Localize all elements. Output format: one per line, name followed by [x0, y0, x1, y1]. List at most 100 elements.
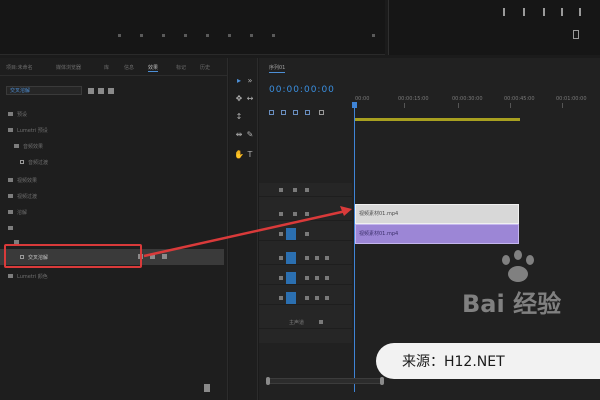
rate-stretch-tool-icon[interactable]: ↔ [246, 94, 254, 103]
control-icon[interactable] [162, 34, 165, 37]
lock-icon[interactable] [279, 256, 283, 260]
track-a1[interactable] [259, 251, 352, 265]
selection-tool-icon[interactable]: ▸ [235, 76, 243, 85]
tree-item-dissolve[interactable]: 溶解 [8, 208, 27, 216]
audio-clip-label: 视频素材01.mp4 [359, 231, 399, 237]
time-ruler[interactable]: 00:00 00:00:15:00 00:00:30:00 00:00:45:0… [354, 96, 600, 110]
control-icon[interactable] [206, 34, 209, 37]
control-icon[interactable] [184, 34, 187, 37]
effects-search-input[interactable] [7, 87, 81, 94]
snap-icon[interactable] [269, 110, 274, 115]
lock-icon[interactable] [279, 296, 283, 300]
tab-info[interactable]: 信息 [124, 64, 134, 72]
source-patch-a3[interactable] [286, 292, 296, 304]
mute-icon[interactable] [305, 276, 309, 280]
tab-markers[interactable]: 标记 [176, 64, 186, 72]
track-v3[interactable] [259, 183, 352, 197]
eye-icon[interactable] [305, 212, 309, 216]
ripple-edit-tool-icon[interactable]: ✥ [235, 94, 243, 103]
wrench-icon[interactable] [319, 110, 324, 115]
sequence-tab[interactable]: 序列01 [269, 64, 286, 73]
playhead-line[interactable] [354, 102, 355, 392]
ruler-label: 00:00:45:00 [504, 96, 535, 102]
tree-item-video-transitions[interactable]: 视频过渡 [8, 192, 37, 200]
tree-item-audio-effects[interactable]: 音频效果 [14, 142, 43, 150]
tab-history[interactable]: 历史 [200, 64, 210, 72]
source-patch-a1[interactable] [286, 252, 296, 264]
accelerated-effects-icon[interactable] [88, 88, 94, 94]
control-icon[interactable] [228, 34, 231, 37]
slip-tool-icon[interactable]: ⇹ [235, 130, 243, 139]
lock-icon[interactable] [279, 232, 283, 236]
tab-libraries[interactable]: 库 [104, 64, 109, 72]
scrollbar-left-handle[interactable] [266, 377, 270, 385]
track-v2[interactable] [259, 207, 352, 221]
sync-icon[interactable] [293, 188, 297, 192]
in-point-icon[interactable] [523, 8, 525, 16]
yuv-effects-icon[interactable] [108, 88, 114, 94]
linked-selection-icon[interactable] [281, 110, 286, 115]
new-bin-icon[interactable] [204, 384, 210, 392]
track-select-tool-icon[interactable]: » [246, 76, 254, 85]
control-icon[interactable] [250, 34, 253, 37]
mic-icon[interactable] [325, 256, 329, 260]
32bit-effects-icon[interactable] [98, 88, 104, 94]
lock-icon[interactable] [279, 276, 283, 280]
source-overlay: 来源：H12.NET [376, 343, 600, 379]
solo-icon[interactable] [315, 256, 319, 260]
tree-item-folder[interactable] [8, 224, 17, 232]
timecode-display[interactable]: 00:00:00:00 [269, 85, 335, 95]
playhead-handle[interactable] [352, 102, 357, 108]
solo-icon[interactable] [315, 296, 319, 300]
32bit-badge-icon [150, 254, 155, 259]
track-v1[interactable] [259, 227, 352, 241]
lock-icon[interactable] [279, 188, 283, 192]
tab-effects[interactable]: 效果 [148, 64, 159, 72]
control-icon[interactable] [140, 34, 143, 37]
marker-icon[interactable] [503, 8, 505, 16]
solo-icon[interactable] [315, 276, 319, 280]
source-patch-a2[interactable] [286, 272, 296, 284]
mute-icon[interactable] [305, 296, 309, 300]
trim-icon[interactable] [579, 8, 581, 16]
type-tool-icon[interactable]: T [246, 150, 254, 159]
scrollbar-right-handle[interactable] [380, 377, 384, 385]
tree-item-video-effects[interactable]: 视频效果 [8, 176, 37, 184]
mute-icon[interactable] [305, 256, 309, 260]
step-icon[interactable] [561, 8, 563, 16]
audio-clip[interactable]: 视频素材01.mp4 [355, 224, 519, 244]
track-a2[interactable] [259, 271, 352, 285]
tree-item-lumetri-presets[interactable]: Lumetri 预设 [8, 126, 48, 134]
timeline-zoom-scrollbar[interactable] [267, 378, 383, 384]
add-marker-icon[interactable] [293, 110, 298, 115]
export-frame-icon[interactable] [573, 30, 579, 39]
track-a3[interactable] [259, 291, 352, 305]
control-icon[interactable] [118, 34, 121, 37]
master-volume-icon[interactable] [319, 320, 323, 324]
source-patch-v1[interactable] [286, 228, 296, 240]
tree-item-lumetri[interactable]: Lumetri 颜色 [8, 272, 48, 280]
track-master[interactable]: 主声道 [259, 315, 352, 329]
eye-icon[interactable] [305, 188, 309, 192]
out-point-icon[interactable] [543, 8, 545, 16]
tab-project[interactable]: 项目:未命名 [6, 64, 33, 72]
effects-search-field[interactable] [6, 86, 82, 95]
master-track-label: 主声道 [289, 320, 305, 326]
mic-icon[interactable] [325, 276, 329, 280]
lock-icon[interactable] [279, 212, 283, 216]
tree-item-audio-transitions[interactable]: 音频过渡 [20, 158, 48, 166]
hand-tool-icon[interactable]: ✋ [234, 150, 244, 159]
add-marker-icon[interactable] [372, 34, 375, 37]
razor-tool-icon[interactable]: ↕ [235, 112, 243, 121]
pen-tool-icon[interactable]: ✎ [246, 130, 254, 139]
eye-icon[interactable] [305, 232, 309, 236]
mic-icon[interactable] [325, 296, 329, 300]
video-clip[interactable]: 视频素材01.mp4 [355, 204, 519, 224]
folder-icon [8, 194, 13, 198]
work-area-bar[interactable] [355, 118, 520, 121]
tab-media-browser[interactable]: 媒体浏览器 [56, 64, 81, 72]
control-icon[interactable] [272, 34, 275, 37]
sync-icon[interactable] [293, 212, 297, 216]
tree-item-presets[interactable]: 预设 [8, 110, 27, 118]
timeline-settings-icon[interactable] [305, 110, 310, 115]
